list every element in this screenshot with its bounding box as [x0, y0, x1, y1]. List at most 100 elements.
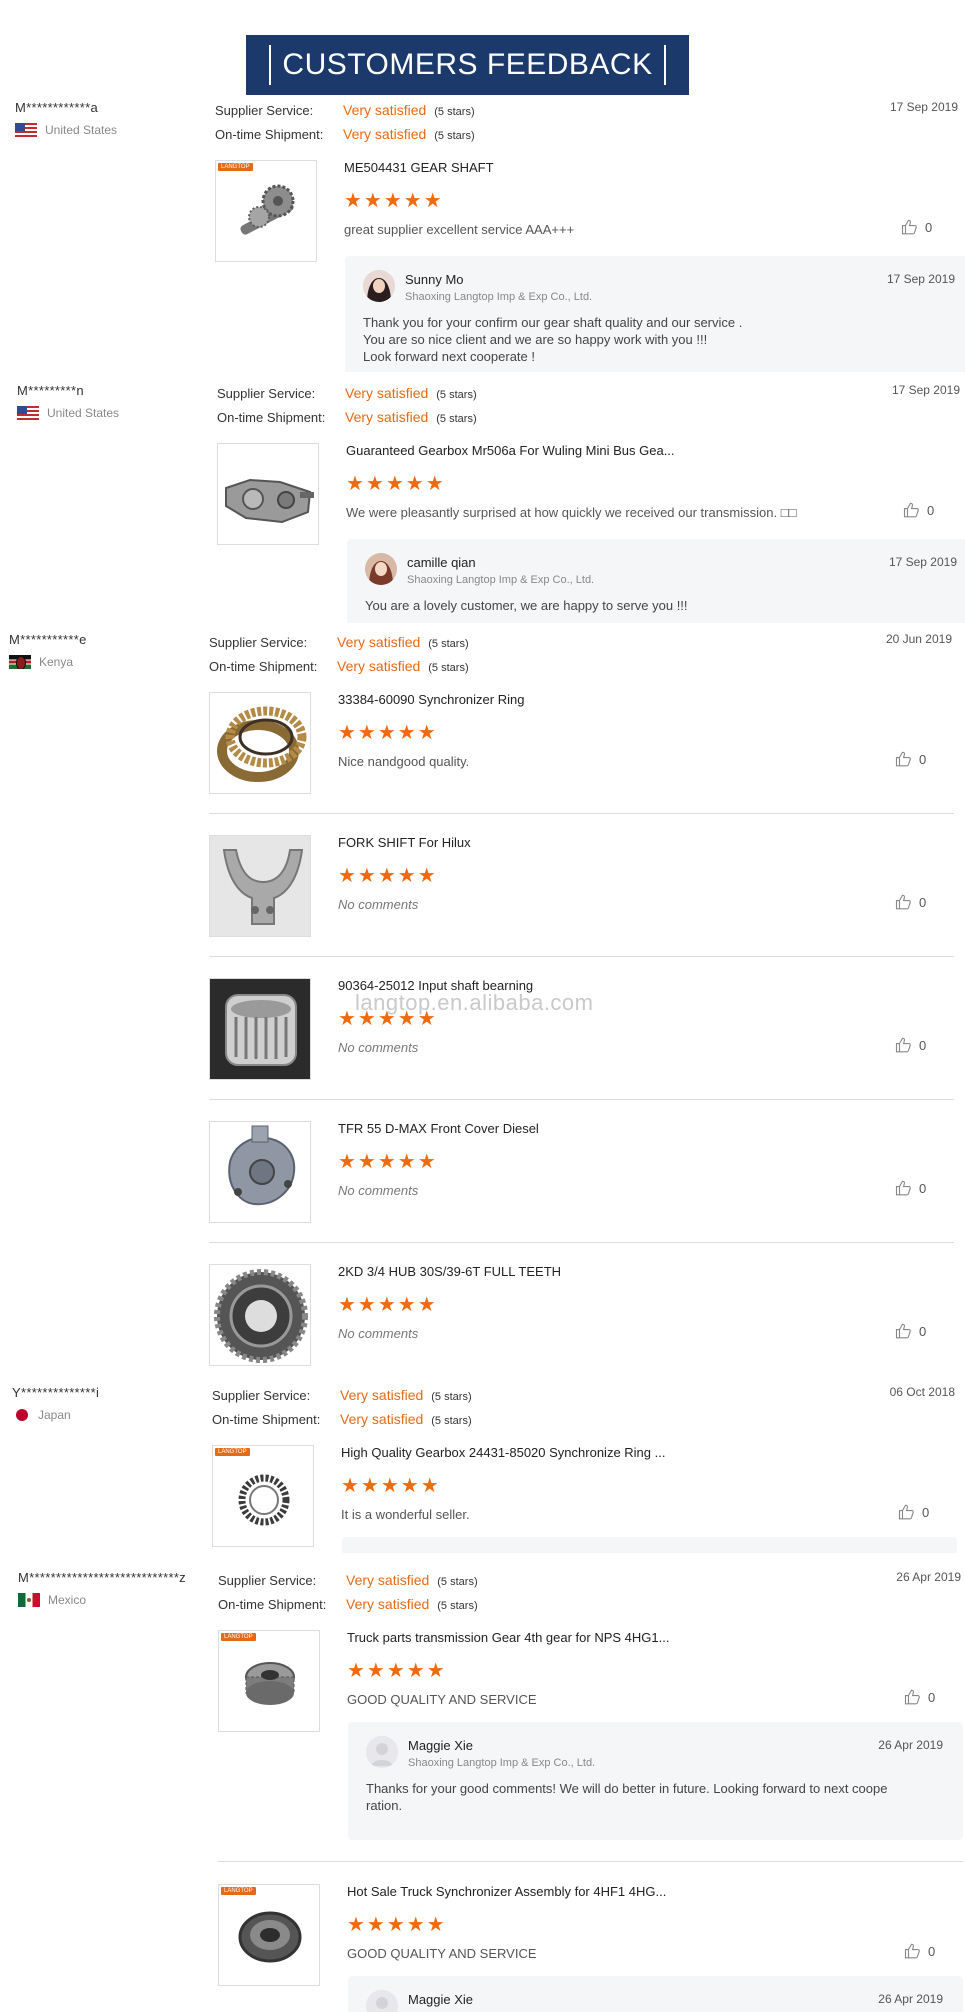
- product-comment: great supplier excellent service AAA+++: [344, 222, 575, 237]
- helpful-button[interactable]: 0: [903, 501, 934, 519]
- synchronize-ring-image: [238, 1474, 290, 1526]
- gearbox-image: [225, 478, 314, 524]
- ratings-block: Supplier Service: Very satisfied (5 star…: [217, 385, 477, 433]
- supplier-service-label: Supplier Service:: [218, 1573, 317, 1588]
- ontime-shipment-label: On-time Shipment:: [217, 410, 326, 425]
- helpful-button[interactable]: 0: [895, 1036, 926, 1054]
- fork-shift-image: [210, 836, 310, 936]
- product-comment: No comments: [338, 1040, 419, 1055]
- supplier-service-label: Supplier Service:: [215, 103, 314, 118]
- product-thumbnail[interactable]: LANGTOP: [218, 1630, 320, 1732]
- product-thumbnail[interactable]: [209, 978, 311, 1080]
- avatar: [365, 553, 397, 585]
- review-date: 20 Jun 2019: [885, 632, 952, 646]
- product-thumbnail[interactable]: [209, 1264, 311, 1366]
- review-date: 17 Sep 2019: [889, 100, 958, 114]
- product-thumbnail[interactable]: [217, 443, 319, 545]
- product-name-link[interactable]: 2KD 3/4 HUB 30S/39-6T FULL TEETH: [338, 1264, 561, 1279]
- supplier-service-row: Supplier Service: Very satisfied (5 star…: [217, 385, 477, 409]
- avatar: [366, 1736, 398, 1768]
- helpful-button[interactable]: 0: [895, 1322, 926, 1340]
- helpful-button[interactable]: 0: [895, 1179, 926, 1197]
- reply-date: 26 Apr 2019: [878, 1738, 943, 1752]
- product-comment: GOOD QUALITY AND SERVICE: [347, 1946, 537, 1961]
- helpful-count: 0: [927, 502, 935, 518]
- ontime-shipment-label: On-time Shipment:: [209, 659, 318, 674]
- helpful-button[interactable]: 0: [895, 893, 926, 911]
- ratings-block: Supplier Service: Very satisfied (5 star…: [209, 634, 469, 682]
- product-rating-stars: ★★★★★: [338, 722, 438, 744]
- product-name-link[interactable]: 33384-60090 Synchronizer Ring: [338, 692, 524, 707]
- helpful-count: 0: [919, 1037, 927, 1053]
- product-name-link[interactable]: Guaranteed Gearbox Mr506a For Wuling Min…: [346, 443, 675, 458]
- ratings-block: Supplier Service: Very satisfied (5 star…: [212, 1387, 472, 1435]
- product-thumbnail[interactable]: LANGTOP: [215, 160, 317, 262]
- helpful-button[interactable]: 0: [904, 1942, 935, 1960]
- product-item: TFR 55 D-MAX Front Cover Diesel ★★★★★ No…: [209, 1121, 954, 1231]
- product-rating-stars: ★★★★★: [341, 1475, 441, 1497]
- product-item: 33384-60090 Synchronizer Ring ★★★★★ Nice…: [209, 692, 954, 802]
- product-thumbnail[interactable]: LANGTOP: [218, 1884, 320, 1986]
- flag-japan-icon: [16, 1409, 28, 1421]
- product-name-link[interactable]: FORK SHIFT For Hilux: [338, 835, 471, 850]
- product-thumbnail[interactable]: LANGTOP: [212, 1445, 314, 1547]
- gear-shaft-image: [240, 184, 295, 235]
- reply-date: 17 Sep 2019: [888, 555, 957, 569]
- product-name-link[interactable]: High Quality Gearbox 24431-85020 Synchro…: [341, 1445, 665, 1460]
- thumbs-up-icon: [903, 502, 919, 518]
- buyer-country: Kenya: [9, 655, 209, 669]
- thumbs-up-icon: [895, 1180, 911, 1196]
- supplier-service-stars: (5 stars): [431, 1391, 472, 1403]
- hub-image: [214, 1269, 308, 1363]
- helpful-button[interactable]: 0: [904, 1688, 935, 1706]
- product-name-link[interactable]: Hot Sale Truck Synchronizer Assembly for…: [347, 1884, 666, 1899]
- supplier-service-label: Supplier Service:: [212, 1388, 311, 1403]
- reply-text: Thanks for your good comments! We will d…: [366, 1781, 888, 1813]
- product-name-link[interactable]: TFR 55 D-MAX Front Cover Diesel: [338, 1121, 539, 1136]
- supplier-service-value: Very satisfied: [337, 634, 421, 650]
- ontime-shipment-stars: (5 stars): [437, 1600, 478, 1612]
- supplier-reply: [342, 1537, 957, 1553]
- product-rating-stars: ★★★★★: [338, 1151, 438, 1173]
- product-item: FORK SHIFT For Hilux ★★★★★ No comments 0: [209, 835, 954, 945]
- helpful-count: 0: [919, 751, 927, 767]
- buyer-name: Y**************i: [12, 1385, 100, 1400]
- reply-company: Shaoxing Langtop Imp & Exp Co., Ltd.: [405, 291, 593, 303]
- product-rating-stars: ★★★★★: [338, 865, 438, 887]
- product-comment: No comments: [338, 1183, 419, 1198]
- review-date: 26 Apr 2019: [896, 1570, 961, 1584]
- product-name-link[interactable]: Truck parts transmission Gear 4th gear f…: [347, 1630, 669, 1645]
- helpful-button[interactable]: 0: [901, 218, 932, 236]
- supplier-service-value: Very satisfied: [346, 1572, 430, 1588]
- supplier-service-stars: (5 stars): [436, 389, 477, 401]
- reply-date: 26 Apr 2019: [878, 1992, 943, 2006]
- product-thumbnail[interactable]: [209, 1121, 311, 1223]
- helpful-count: 0: [928, 1689, 936, 1705]
- reply-author-name: Maggie Xie: [408, 1738, 474, 1753]
- product-item: LANGTOP ME504431 GEAR SHAFT ★★★★★ great …: [215, 160, 960, 270]
- ontime-shipment-row: On-time Shipment: Very satisfied (5 star…: [218, 1596, 478, 1620]
- supplier-service-value: Very satisfied: [343, 102, 427, 118]
- reply-text: Thank you for your confirm our gear shaf…: [363, 315, 743, 364]
- product-comment: We were pleasantly surprised at how quic…: [346, 505, 797, 520]
- product-name-link[interactable]: ME504431 GEAR SHAFT: [344, 160, 494, 175]
- helpful-button[interactable]: 0: [898, 1503, 929, 1521]
- reply-company: Shaoxing Langtop Imp & Exp Co., Ltd.: [407, 574, 595, 586]
- avatar-image: [365, 553, 397, 585]
- product-thumbnail[interactable]: [209, 692, 311, 794]
- reply-author-name: Sunny Mo: [405, 272, 464, 287]
- helpful-count: 0: [919, 894, 927, 910]
- avatar-image: [363, 270, 395, 302]
- product-divider: [209, 813, 954, 814]
- flag-kenya-icon: [9, 655, 31, 669]
- product-comment: No comments: [338, 1326, 419, 1341]
- ontime-shipment-value: Very satisfied: [345, 409, 429, 425]
- product-divider: [218, 1861, 963, 1862]
- country-label: Japan: [38, 1408, 71, 1422]
- customers-feedback-banner: CUSTOMERS FEEDBACK: [246, 35, 689, 95]
- product-thumbnail[interactable]: [209, 835, 311, 937]
- helpful-button[interactable]: 0: [895, 750, 926, 768]
- supplier-service-row: Supplier Service: Very satisfied (5 star…: [212, 1387, 472, 1411]
- ontime-shipment-row: On-time Shipment: Very satisfied (5 star…: [209, 658, 469, 682]
- supplier-service-value: Very satisfied: [345, 385, 429, 401]
